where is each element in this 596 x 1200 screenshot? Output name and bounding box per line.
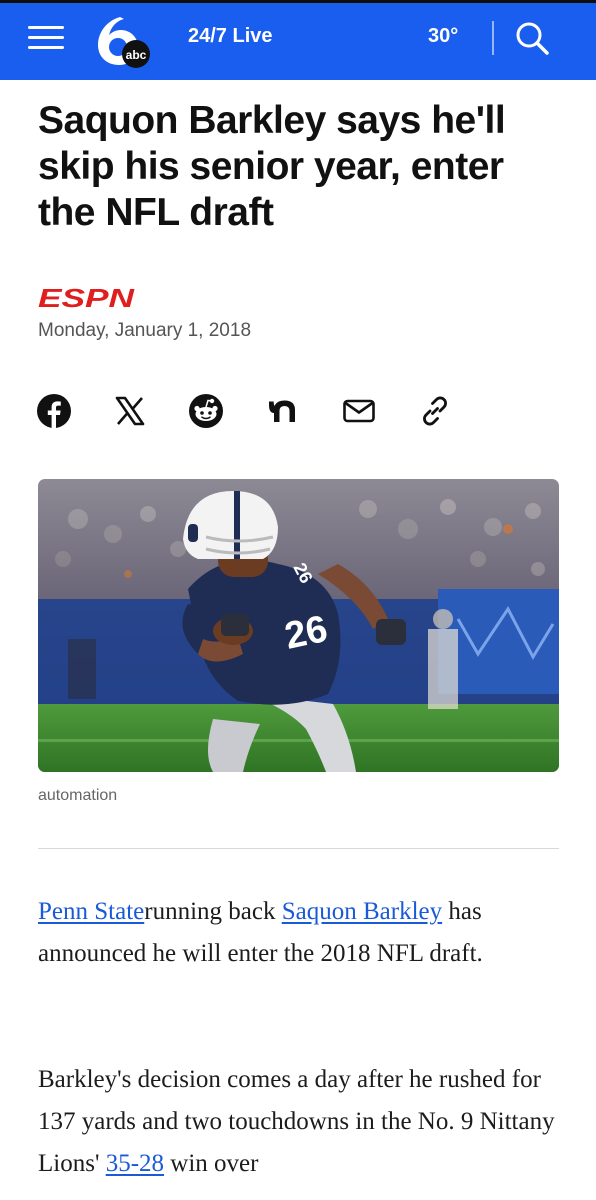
logo-text: abc xyxy=(126,48,147,62)
search-icon[interactable] xyxy=(514,19,550,57)
x-icon[interactable] xyxy=(112,393,148,429)
section-divider xyxy=(38,848,559,849)
publish-date: Monday, January 1, 2018 xyxy=(38,320,252,341)
image-caption: automation xyxy=(38,787,118,804)
paragraph-text: running back xyxy=(144,898,282,925)
link-score[interactable]: 35-28 xyxy=(106,1150,164,1177)
facebook-icon[interactable] xyxy=(36,393,72,429)
article-headline: Saquon Barkley says he'll skip his senio… xyxy=(38,99,506,234)
station-logo[interactable]: abc xyxy=(92,13,156,69)
menu-icon[interactable] xyxy=(28,24,64,52)
article-paragraph-2: Barkley's decision comes a day after he … xyxy=(38,1059,560,1185)
temperature-readout[interactable]: 30° xyxy=(428,25,458,48)
nav-divider xyxy=(492,21,494,55)
link-saquon-barkley[interactable]: Saquon Barkley xyxy=(282,898,442,925)
link-icon[interactable] xyxy=(417,393,453,429)
espn-logo: ESPN xyxy=(38,287,136,309)
top-navigation-bar: abc 24/7 Live 30° xyxy=(0,3,596,80)
article-hero-image[interactable]: 26 26 xyxy=(38,479,559,772)
source-name: ESPN xyxy=(38,287,136,309)
link-penn-state[interactable]: Penn State xyxy=(38,898,144,925)
reddit-icon[interactable] xyxy=(188,393,224,429)
live-link[interactable]: 24/7 Live xyxy=(188,25,273,48)
article-paragraph-1: Penn Staterunning back Saquon Barkley ha… xyxy=(38,891,560,975)
nextdoor-icon[interactable] xyxy=(265,393,301,429)
jersey-number: 26 xyxy=(281,608,331,658)
paragraph-text: win over xyxy=(164,1150,259,1177)
email-icon[interactable] xyxy=(341,393,377,429)
